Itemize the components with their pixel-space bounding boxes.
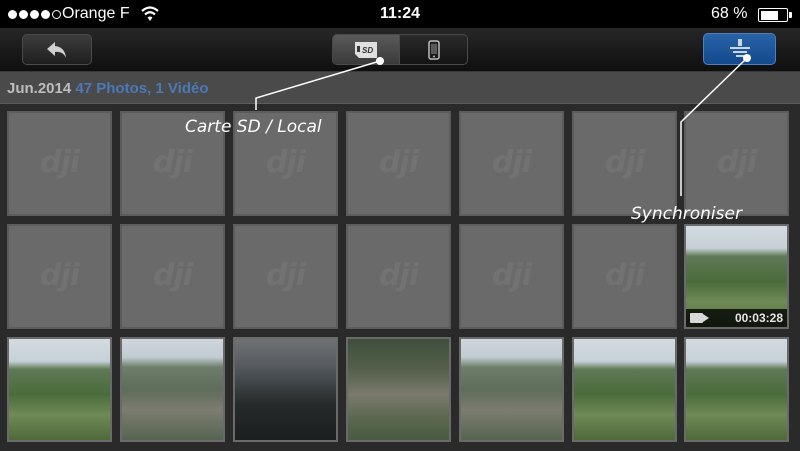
video-duration: 00:03:28	[734, 311, 783, 325]
video-camera-icon	[690, 313, 703, 323]
thumbnail-placeholder[interactable]	[120, 224, 225, 329]
thumbnail-placeholder[interactable]	[459, 224, 564, 329]
date-header: Jun.2014 47 Photos, 1 Vidéo	[0, 72, 800, 104]
back-arrow-icon	[47, 41, 66, 58]
sd-card-icon: SD	[355, 41, 377, 58]
thumbnail-placeholder[interactable]	[7, 224, 112, 329]
photo-thumbnail[interactable]	[459, 337, 564, 442]
thumbnail-placeholder[interactable]	[233, 224, 338, 329]
phone-icon	[427, 39, 440, 60]
video-info-bar: 00:03:28	[686, 309, 787, 327]
tab-local[interactable]	[400, 35, 467, 64]
toolbar: SD	[0, 28, 800, 72]
sd-label: SD	[362, 46, 373, 55]
clock: 11:24	[379, 5, 421, 22]
thumbnail-placeholder[interactable]	[572, 111, 677, 216]
tab-sd-card[interactable]: SD	[333, 35, 400, 64]
annotation-sync: Synchroniser	[631, 204, 742, 224]
photo-thumbnail[interactable]	[233, 337, 338, 442]
photo-thumbnail[interactable]	[684, 337, 789, 442]
sync-button[interactable]	[703, 33, 776, 65]
photo-thumbnail[interactable]	[346, 337, 451, 442]
photo-thumbnail[interactable]	[572, 337, 677, 442]
thumbnail-placeholder[interactable]	[572, 224, 677, 329]
battery-tip	[789, 12, 792, 18]
battery-percent: 68 %	[711, 5, 748, 22]
battery-icon	[758, 8, 788, 22]
sync-icon	[729, 39, 750, 57]
battery-level	[760, 10, 778, 20]
status-bar: Orange F 11:24 68 %	[0, 0, 800, 28]
back-button[interactable]	[22, 34, 92, 65]
thumbnail-placeholder[interactable]	[346, 224, 451, 329]
thumbnail-placeholder[interactable]	[684, 111, 789, 216]
source-switch[interactable]: SD	[332, 34, 468, 65]
annotation-sd-local: Carte SD / Local	[185, 117, 322, 137]
video-thumbnail[interactable]: 00:03:28	[684, 224, 789, 329]
month-label: Jun.2014	[7, 80, 72, 97]
thumbnail-placeholder[interactable]	[459, 111, 564, 216]
media-count: 47 Photos, 1 Vidéo	[75, 80, 209, 97]
photo-thumbnail[interactable]	[7, 337, 112, 442]
thumbnail-placeholder[interactable]	[346, 111, 451, 216]
thumbnail-placeholder[interactable]	[7, 111, 112, 216]
photo-thumbnail[interactable]	[120, 337, 225, 442]
